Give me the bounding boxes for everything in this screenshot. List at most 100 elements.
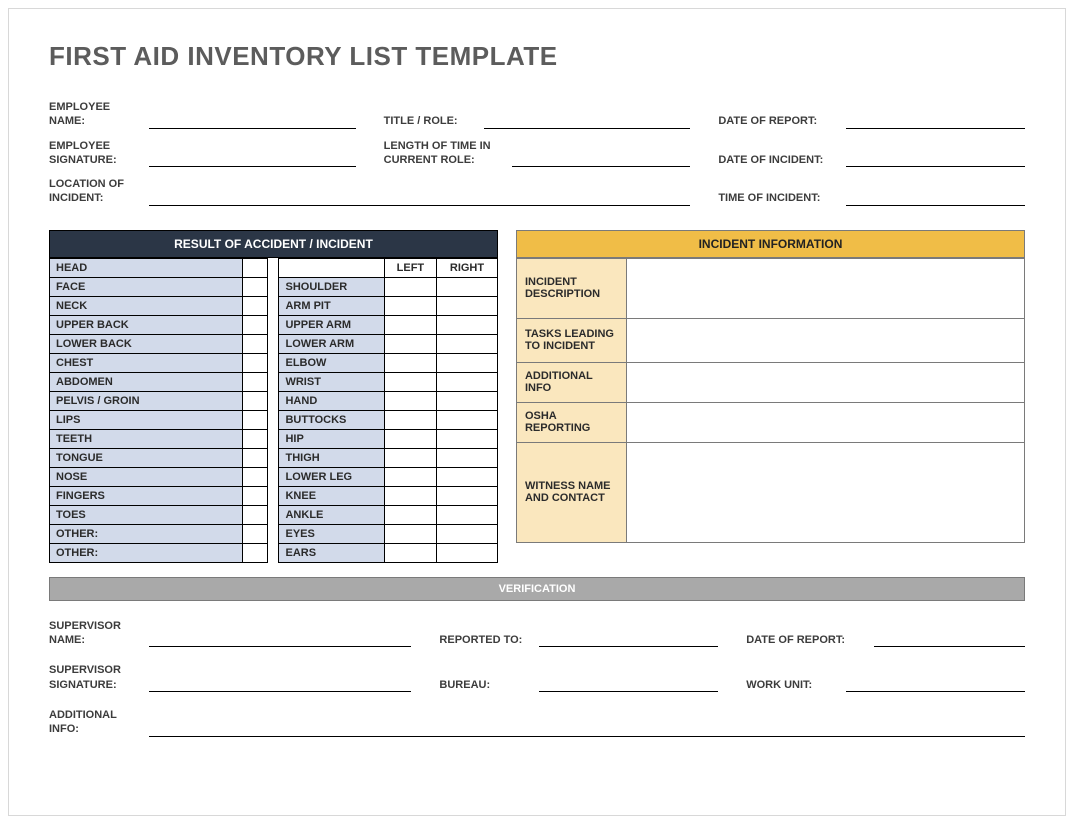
check-cell[interactable] xyxy=(437,334,498,353)
check-cell[interactable] xyxy=(384,315,436,334)
check-cell[interactable] xyxy=(437,410,498,429)
check-cell[interactable] xyxy=(384,486,436,505)
check-cell[interactable] xyxy=(242,277,268,296)
table-row: ELBOW xyxy=(279,353,497,372)
check-cell[interactable] xyxy=(242,296,268,315)
table-row: UPPER BACK xyxy=(50,315,268,334)
check-cell[interactable] xyxy=(384,391,436,410)
incident-info-table: INCIDENT DESCRIPTION TASKS LEADING TO IN… xyxy=(516,258,1025,543)
table-row: EYES xyxy=(279,524,497,543)
check-cell[interactable] xyxy=(384,429,436,448)
input-line[interactable] xyxy=(149,115,356,129)
table-row: TONGUE xyxy=(50,448,268,467)
check-cell[interactable] xyxy=(242,448,268,467)
check-cell[interactable] xyxy=(437,353,498,372)
check-cell[interactable] xyxy=(242,524,268,543)
check-cell[interactable] xyxy=(242,410,268,429)
input-line[interactable] xyxy=(512,153,691,167)
field-date-of-incident: DATE OF INCIDENT: xyxy=(718,139,1025,168)
check-cell[interactable] xyxy=(242,467,268,486)
check-cell[interactable] xyxy=(384,448,436,467)
table-row: NOSE xyxy=(50,467,268,486)
table-row: BUTTOCKS xyxy=(279,410,497,429)
table-row: ADDITIONAL INFO xyxy=(516,362,1024,402)
check-cell[interactable] xyxy=(437,372,498,391)
table-row: TOES xyxy=(50,505,268,524)
check-cell[interactable] xyxy=(384,410,436,429)
check-cell[interactable] xyxy=(437,467,498,486)
table-row: OTHER: xyxy=(50,543,268,562)
check-cell[interactable] xyxy=(437,391,498,410)
check-cell[interactable] xyxy=(384,372,436,391)
field-reported-to: REPORTED TO: xyxy=(439,619,718,648)
incident-info-header: INCIDENT INFORMATION xyxy=(516,230,1025,258)
check-cell[interactable] xyxy=(437,505,498,524)
check-cell[interactable] xyxy=(242,391,268,410)
check-cell[interactable] xyxy=(384,505,436,524)
check-cell[interactable] xyxy=(384,277,436,296)
table-row: HEAD xyxy=(50,258,268,277)
check-cell[interactable] xyxy=(242,372,268,391)
field-title-role: TITLE / ROLE: xyxy=(384,100,691,129)
check-cell[interactable] xyxy=(384,524,436,543)
field-time-of-incident: TIME OF INCIDENT: xyxy=(718,177,1025,206)
table-row: CHEST xyxy=(50,353,268,372)
check-cell[interactable] xyxy=(437,543,498,562)
check-cell[interactable] xyxy=(437,486,498,505)
check-cell[interactable] xyxy=(242,486,268,505)
input-line[interactable] xyxy=(484,115,691,129)
check-cell[interactable] xyxy=(437,277,498,296)
input-line[interactable] xyxy=(846,115,1025,129)
input-line[interactable] xyxy=(149,723,1025,737)
check-cell[interactable] xyxy=(242,258,268,277)
table-row: ANKLE xyxy=(279,505,497,524)
text-cell[interactable] xyxy=(626,442,1024,542)
text-cell[interactable] xyxy=(626,318,1024,362)
table-row: LIPS xyxy=(50,410,268,429)
input-line[interactable] xyxy=(846,678,1025,692)
input-line[interactable] xyxy=(846,153,1025,167)
check-cell[interactable] xyxy=(242,315,268,334)
table-row: HIP xyxy=(279,429,497,448)
check-cell[interactable] xyxy=(437,296,498,315)
check-cell[interactable] xyxy=(437,429,498,448)
input-line[interactable] xyxy=(149,633,411,647)
input-line[interactable] xyxy=(149,678,411,692)
table-row: THIGH xyxy=(279,448,497,467)
check-cell[interactable] xyxy=(242,353,268,372)
check-cell[interactable] xyxy=(384,467,436,486)
check-cell[interactable] xyxy=(437,524,498,543)
verification-fields: SUPERVISOR NAME: REPORTED TO: DATE OF RE… xyxy=(49,619,1025,737)
field-supervisor-name: SUPERVISOR NAME: xyxy=(49,619,411,648)
table-row: FACE xyxy=(50,277,268,296)
check-cell[interactable] xyxy=(384,296,436,315)
input-line[interactable] xyxy=(149,153,356,167)
check-cell[interactable] xyxy=(242,334,268,353)
incident-info-panel: INCIDENT INFORMATION INCIDENT DESCRIPTIO… xyxy=(516,230,1025,543)
input-line[interactable] xyxy=(874,633,1025,647)
accident-result-header: RESULT OF ACCIDENT / INCIDENT xyxy=(49,230,498,258)
check-cell[interactable] xyxy=(384,334,436,353)
table-row: NECK xyxy=(50,296,268,315)
check-cell[interactable] xyxy=(384,543,436,562)
text-cell[interactable] xyxy=(626,402,1024,442)
field-location-incident: LOCATION OF INCIDENT: xyxy=(49,177,690,206)
input-line[interactable] xyxy=(149,192,690,206)
input-line[interactable] xyxy=(539,633,718,647)
text-cell[interactable] xyxy=(626,258,1024,318)
table-row: SHOULDER xyxy=(279,277,497,296)
check-cell[interactable] xyxy=(242,505,268,524)
table-row: OTHER: xyxy=(50,524,268,543)
check-cell[interactable] xyxy=(437,448,498,467)
field-date-of-report-v: DATE OF REPORT: xyxy=(746,619,1025,648)
input-line[interactable] xyxy=(846,192,1025,206)
table-row: WRIST xyxy=(279,372,497,391)
check-cell[interactable] xyxy=(384,353,436,372)
text-cell[interactable] xyxy=(626,362,1024,402)
table-row: PELVIS / GROIN xyxy=(50,391,268,410)
check-cell[interactable] xyxy=(242,429,268,448)
check-cell[interactable] xyxy=(242,543,268,562)
accident-result-panel: RESULT OF ACCIDENT / INCIDENT HEAD FACE … xyxy=(49,230,498,563)
check-cell[interactable] xyxy=(437,315,498,334)
input-line[interactable] xyxy=(539,678,718,692)
